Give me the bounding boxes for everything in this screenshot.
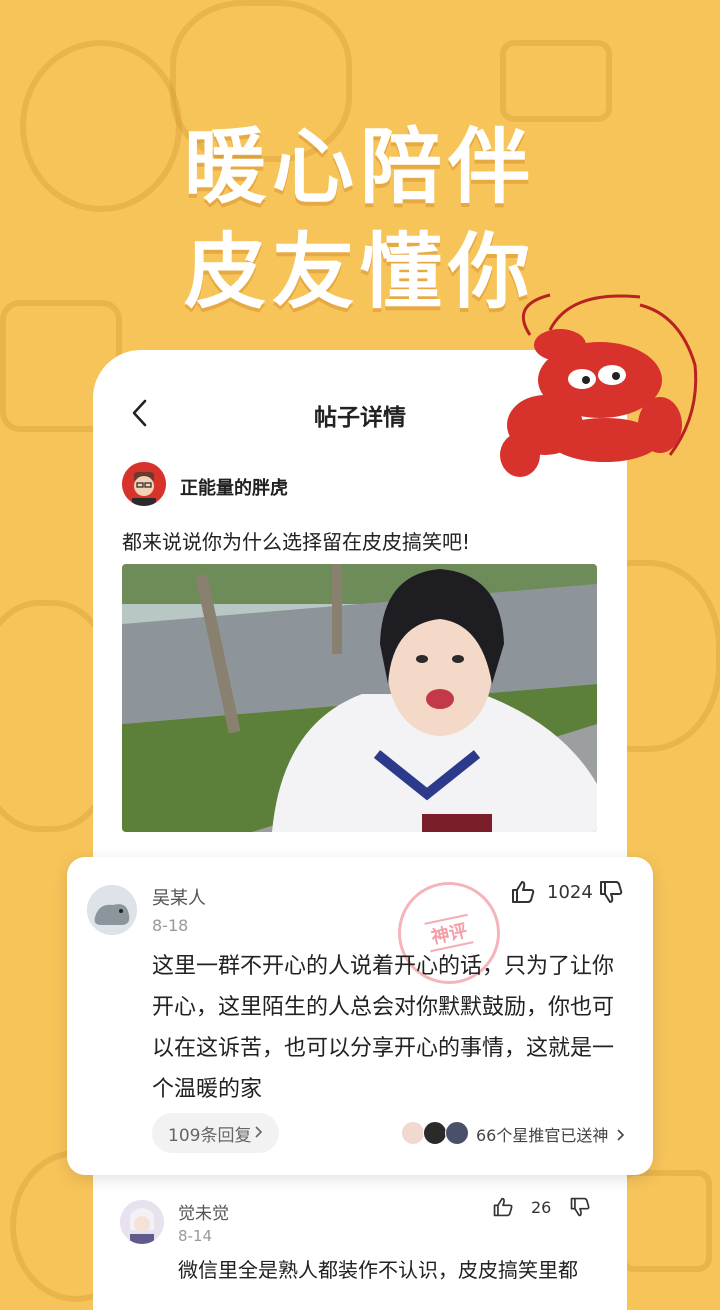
comment-date: 8-18 [152,916,189,935]
post-author-avatar[interactable] [122,462,166,506]
star-promoter-link[interactable]: 66个星推官已送神 [476,1122,625,1146]
lobster-mascot-icon [500,293,698,477]
post-photo[interactable] [122,564,597,832]
comment2-like-count: 26 [531,1198,552,1217]
chevron-right-icon [255,1123,263,1143]
replies-label: 109条回复 [168,1125,252,1146]
bg-doodle [620,1170,712,1272]
chevron-right-icon [617,1126,625,1145]
thumbs-up-icon[interactable] [492,1196,514,1218]
thumbs-down-icon[interactable] [598,879,624,905]
replies-button[interactable]: 109条回复 [152,1113,280,1153]
post-author-name[interactable]: 正能量的胖虎 [180,474,288,500]
comment2-date: 8-14 [178,1227,213,1245]
commenter2-avatar[interactable] [120,1200,164,1244]
like-count: 1024 [547,882,593,903]
commenter2-name[interactable]: 觉未觉 [178,1199,229,1224]
post-text: 都来说说你为什么选择留在皮皮搞笑吧! [122,530,471,554]
thumbs-up-icon[interactable] [510,879,536,905]
commenter-name[interactable]: 吴某人 [152,884,206,910]
thumbs-down-icon[interactable] [569,1196,591,1218]
headline-line1: 暖心陪伴 [183,120,536,215]
star-promoter-text: 66个星推官已送神 [476,1126,609,1145]
star-promoter-avatars [401,1121,471,1145]
commenter-avatar[interactable] [87,885,137,935]
comment2-body: 微信里全是熟人都装作不认识，皮皮搞笑里都 [178,1258,578,1282]
comment-body: 这里一群不开心的人说着开心的话，只为了让你开心，这里陌生的人总会对你默默鼓励，你… [152,954,615,1102]
